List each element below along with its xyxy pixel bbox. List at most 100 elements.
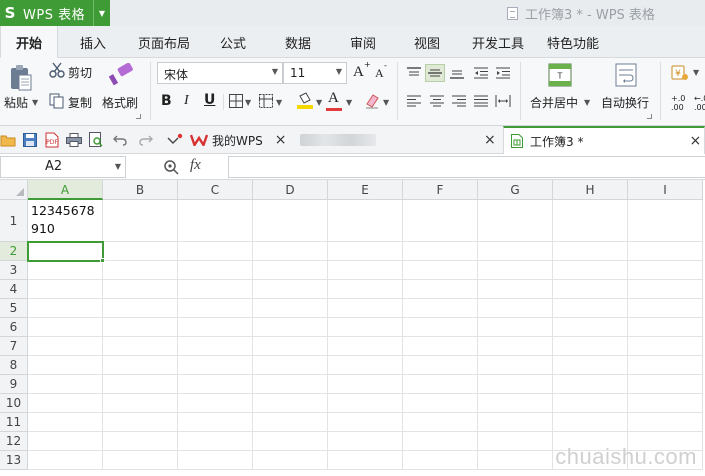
chevron-down-icon[interactable]: ▼ xyxy=(115,162,121,171)
cell-c2[interactable] xyxy=(178,242,253,261)
tab-blurred-document[interactable]: × xyxy=(296,126,502,154)
cell-b7[interactable] xyxy=(103,337,178,356)
cell-h5[interactable] xyxy=(553,299,628,318)
cell-b5[interactable] xyxy=(103,299,178,318)
cell-h10[interactable] xyxy=(553,394,628,413)
customize-quick-access-icon[interactable] xyxy=(166,132,184,148)
cell-g13[interactable] xyxy=(478,451,553,470)
borders-icon[interactable] xyxy=(229,94,243,108)
paste-icon[interactable] xyxy=(8,64,34,92)
cell-format-icon[interactable] xyxy=(259,94,273,108)
column-header-e[interactable]: E xyxy=(328,180,403,200)
cell-f1[interactable] xyxy=(403,200,478,242)
cell-g4[interactable] xyxy=(478,280,553,299)
cell-a7[interactable] xyxy=(28,337,103,356)
cell-b3[interactable] xyxy=(103,261,178,280)
cell-d12[interactable] xyxy=(253,432,328,451)
row-header-3[interactable]: 3 xyxy=(0,261,28,280)
formula-input[interactable] xyxy=(228,156,705,178)
cell-h2[interactable] xyxy=(553,242,628,261)
justify-icon[interactable] xyxy=(473,94,489,108)
cell-b9[interactable] xyxy=(103,375,178,394)
align-middle-icon[interactable] xyxy=(425,64,445,82)
cell-h4[interactable] xyxy=(553,280,628,299)
cell-a9[interactable] xyxy=(28,375,103,394)
cell-e11[interactable] xyxy=(328,413,403,432)
cell-c6[interactable] xyxy=(178,318,253,337)
increase-indent-icon[interactable] xyxy=(495,66,511,80)
cell-d6[interactable] xyxy=(253,318,328,337)
cell-b8[interactable] xyxy=(103,356,178,375)
decrease-indent-icon[interactable] xyxy=(473,66,489,80)
align-left-icon[interactable] xyxy=(406,94,422,108)
cell-i7[interactable] xyxy=(628,337,703,356)
cell-f11[interactable] xyxy=(403,413,478,432)
underline-button[interactable]: U xyxy=(204,92,215,108)
cell-c8[interactable] xyxy=(178,356,253,375)
cell-c10[interactable] xyxy=(178,394,253,413)
shrink-font-button[interactable]: A xyxy=(375,66,384,81)
bold-button[interactable]: B xyxy=(161,93,172,109)
cell-a11[interactable] xyxy=(28,413,103,432)
cell-i9[interactable] xyxy=(628,375,703,394)
cell-i8[interactable] xyxy=(628,356,703,375)
cell-e5[interactable] xyxy=(328,299,403,318)
row-header-4[interactable]: 4 xyxy=(0,280,28,299)
cell-h6[interactable] xyxy=(553,318,628,337)
cell-c4[interactable] xyxy=(178,280,253,299)
wrap-text-icon[interactable] xyxy=(614,62,638,88)
cell-f7[interactable] xyxy=(403,337,478,356)
cell-d4[interactable] xyxy=(253,280,328,299)
cell-e13[interactable] xyxy=(328,451,403,470)
cell-e9[interactable] xyxy=(328,375,403,394)
cell-f3[interactable] xyxy=(403,261,478,280)
cell-c11[interactable] xyxy=(178,413,253,432)
cell-b2[interactable] xyxy=(103,242,178,261)
decrease-decimal-button[interactable]: ←.0 .00 xyxy=(694,94,705,112)
cell-f10[interactable] xyxy=(403,394,478,413)
cell-g11[interactable] xyxy=(478,413,553,432)
tab-my-wps[interactable]: 我的WPS × xyxy=(190,126,300,154)
row-header-5[interactable]: 5 xyxy=(0,299,28,318)
cell-e12[interactable] xyxy=(328,432,403,451)
column-header-d[interactable]: D xyxy=(253,180,328,200)
cell-f2[interactable] xyxy=(403,242,478,261)
select-all-corner[interactable] xyxy=(0,180,28,200)
cell-d10[interactable] xyxy=(253,394,328,413)
number-format-icon[interactable]: ¥ xyxy=(670,64,690,82)
cell-b6[interactable] xyxy=(103,318,178,337)
column-header-b[interactable]: B xyxy=(103,180,178,200)
export-pdf-icon[interactable]: PDF xyxy=(44,132,60,148)
merge-center-icon[interactable]: T xyxy=(547,62,573,88)
cell-g6[interactable] xyxy=(478,318,553,337)
clear-format-dropdown-icon[interactable]: ▼ xyxy=(383,98,389,107)
cell-a1[interactable]: 12345678 910 xyxy=(28,200,103,242)
font-name-dropdown[interactable]: 宋体 ▼ xyxy=(157,62,283,84)
borders-dropdown-icon[interactable]: ▼ xyxy=(245,98,251,107)
align-top-icon[interactable] xyxy=(406,66,422,80)
font-color-button[interactable]: A xyxy=(328,90,339,107)
row-header-9[interactable]: 9 xyxy=(0,375,28,394)
cell-i6[interactable] xyxy=(628,318,703,337)
grow-font-button[interactable]: A xyxy=(353,64,364,81)
fill-handle[interactable] xyxy=(100,258,105,263)
cell-b11[interactable] xyxy=(103,413,178,432)
cell-h3[interactable] xyxy=(553,261,628,280)
row-header-10[interactable]: 10 xyxy=(0,394,28,413)
cell-i3[interactable] xyxy=(628,261,703,280)
cell-h8[interactable] xyxy=(553,356,628,375)
tab-developer[interactable]: 开发工具 xyxy=(472,33,524,52)
cell-a3[interactable] xyxy=(28,261,103,280)
row-header-8[interactable]: 8 xyxy=(0,356,28,375)
close-icon[interactable]: × xyxy=(275,132,287,148)
distributed-align-icon[interactable] xyxy=(494,94,512,108)
align-bottom-icon[interactable] xyxy=(449,66,465,80)
copy-button[interactable]: 复制 xyxy=(68,94,92,111)
tab-special-features[interactable]: 特色功能 xyxy=(547,33,599,52)
cell-i1[interactable] xyxy=(628,200,703,242)
tab-data[interactable]: 数据 xyxy=(285,33,311,52)
fill-color-dropdown-icon[interactable]: ▼ xyxy=(316,98,322,107)
cell-c3[interactable] xyxy=(178,261,253,280)
undo-icon[interactable] xyxy=(112,132,128,148)
cell-a8[interactable] xyxy=(28,356,103,375)
